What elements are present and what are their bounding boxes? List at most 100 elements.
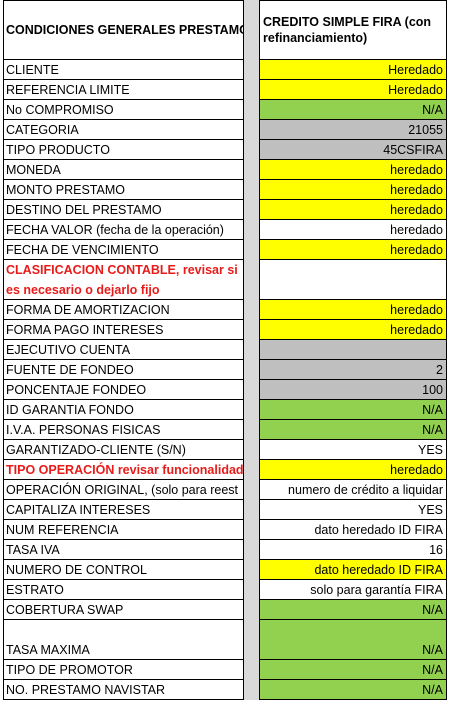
row-label: MONTO PRESTAMO	[6, 182, 125, 197]
value-cell[interactable]: N/A	[259, 680, 447, 700]
value-cell[interactable]: N/A	[259, 100, 447, 120]
label-cell[interactable]: TIPO PRODUCTO	[3, 140, 244, 160]
value-cell[interactable]: 16	[259, 540, 447, 560]
spreadsheet: CONDICIONES GENERALES PRESTAMO CREDITO S…	[0, 0, 450, 702]
table-row: TIPO DE PROMOTOR N/A	[0, 660, 450, 680]
label-cell[interactable]: NO. PRESTAMO NAVISTAR	[3, 680, 244, 700]
label-cell[interactable]: CLIENTE	[3, 60, 244, 80]
label-cell[interactable]: CAPITALIZA INTERESES	[3, 500, 244, 520]
value-cell[interactable]: Heredado	[259, 60, 447, 80]
column-separator	[244, 680, 259, 700]
value-cell[interactable]: N/A	[259, 660, 447, 680]
table-row: ESTRATO solo para garantía FIRA	[0, 580, 450, 600]
column-separator	[244, 80, 259, 100]
table-row: TASA MAXIMA N/A	[0, 620, 450, 660]
value-cell[interactable]: heredado	[259, 300, 447, 320]
label-cell[interactable]: MONTO PRESTAMO	[3, 180, 244, 200]
row-label: NUM REFERENCIA	[6, 522, 119, 537]
value-cell[interactable]: N/A	[259, 600, 447, 620]
table-row: TIPO OPERACIÓN revisar funcionalidad her…	[0, 460, 450, 480]
label-cell[interactable]: No COMPROMISO	[3, 100, 244, 120]
row-label: CAPITALIZA INTERESES	[6, 502, 151, 517]
label-cell[interactable]: REFERENCIA LIMITE	[3, 80, 244, 100]
row-value: Heredado	[388, 82, 443, 97]
label-cell[interactable]: NUM REFERENCIA	[3, 520, 244, 540]
row-value: N/A	[422, 643, 443, 657]
value-cell[interactable]	[259, 260, 447, 300]
label-cell[interactable]: CATEGORIA	[3, 120, 244, 140]
row-value: heredado	[390, 222, 443, 237]
label-cell[interactable]: FUENTE DE FONDEO	[3, 360, 244, 380]
table-row: ID GARANTIA FONDO N/A	[0, 400, 450, 420]
header-right-cell[interactable]: CREDITO SIMPLE FIRA (con refinanciamient…	[259, 0, 447, 60]
value-cell[interactable]: N/A	[259, 400, 447, 420]
label-cell[interactable]: EJECUTIVO CUENTA	[3, 340, 244, 360]
label-cell[interactable]: FORMA DE AMORTIZACION	[3, 300, 244, 320]
value-cell[interactable]: solo para garantía FIRA	[259, 580, 447, 600]
column-separator	[244, 100, 259, 120]
table-row: NUM REFERENCIA dato heredado ID FIRA	[0, 520, 450, 540]
label-cell[interactable]: PONCENTAJE FONDEO	[3, 380, 244, 400]
row-value: heredado	[390, 162, 443, 177]
row-label: FECHA VALOR (fecha de la operación)	[6, 222, 224, 237]
value-cell[interactable]: heredado	[259, 460, 447, 480]
table-row: FECHA VALOR (fecha de la operación) here…	[0, 220, 450, 240]
header-left-cell[interactable]: CONDICIONES GENERALES PRESTAMO	[3, 0, 244, 60]
column-separator	[244, 360, 259, 380]
row-label: FECHA DE VENCIMIENTO	[6, 242, 159, 257]
value-cell[interactable]: YES	[259, 440, 447, 460]
value-cell[interactable]: N/A	[259, 420, 447, 440]
label-cell[interactable]: GARANTIZADO-CLIENTE (S/N)	[3, 440, 244, 460]
value-cell[interactable]: dato heredado ID FIRA	[259, 520, 447, 540]
row-label: OPERACIÓN ORIGINAL, (solo para reest	[6, 482, 239, 497]
label-cell[interactable]: TIPO OPERACIÓN revisar funcionalidad	[3, 460, 244, 480]
label-cell[interactable]: NUMERO DE CONTROL	[3, 560, 244, 580]
label-cell[interactable]: CLASIFICACION CONTABLE, revisar si es ne…	[3, 260, 244, 300]
value-cell[interactable]: heredado	[259, 200, 447, 220]
row-label: FORMA DE AMORTIZACION	[6, 302, 170, 317]
value-cell[interactable]: 21055	[259, 120, 447, 140]
label-cell[interactable]: FORMA PAGO INTERESES	[3, 320, 244, 340]
label-cell[interactable]: TIPO DE PROMOTOR	[3, 660, 244, 680]
label-cell[interactable]: TASA MAXIMA	[3, 620, 244, 660]
row-label: CLASIFICACION CONTABLE, revisar si es ne…	[6, 263, 238, 297]
label-cell[interactable]: FECHA VALOR (fecha de la operación)	[3, 220, 244, 240]
value-cell[interactable]	[259, 340, 447, 360]
column-separator	[244, 320, 259, 340]
value-cell[interactable]: N/A	[259, 620, 447, 660]
column-separator	[244, 540, 259, 560]
column-separator	[244, 520, 259, 540]
value-cell[interactable]: 2	[259, 360, 447, 380]
value-cell[interactable]: heredado	[259, 220, 447, 240]
value-cell[interactable]: 100	[259, 380, 447, 400]
label-cell[interactable]: I.V.A. PERSONAS FISICAS	[3, 420, 244, 440]
table-row: TIPO PRODUCTO 45CSFIRA	[0, 140, 450, 160]
row-value: N/A	[422, 662, 443, 677]
value-cell[interactable]: YES	[259, 500, 447, 520]
value-cell[interactable]: numero de crédito a liquidar	[259, 480, 447, 500]
row-label: FORMA PAGO INTERESES	[6, 322, 164, 337]
label-cell[interactable]: OPERACIÓN ORIGINAL, (solo para reest	[3, 480, 244, 500]
column-separator	[244, 580, 259, 600]
value-cell[interactable]: heredado	[259, 160, 447, 180]
value-cell[interactable]: 45CSFIRA	[259, 140, 447, 160]
value-cell[interactable]: heredado	[259, 320, 447, 340]
row-label: TIPO DE PROMOTOR	[6, 662, 133, 677]
label-cell[interactable]: TASA IVA	[3, 540, 244, 560]
label-cell[interactable]: FECHA DE VENCIMIENTO	[3, 240, 244, 260]
row-value: N/A	[422, 602, 443, 617]
label-cell[interactable]: COBERTURA SWAP	[3, 600, 244, 620]
table-row: NO. PRESTAMO NAVISTAR N/A	[0, 680, 450, 700]
value-cell[interactable]: dato heredado ID FIRA	[259, 560, 447, 580]
value-cell[interactable]: Heredado	[259, 80, 447, 100]
table-row: FORMA DE AMORTIZACION heredado	[0, 300, 450, 320]
label-cell[interactable]: ID GARANTIA FONDO	[3, 400, 244, 420]
column-separator	[244, 180, 259, 200]
value-cell[interactable]: heredado	[259, 240, 447, 260]
value-cell[interactable]: heredado	[259, 180, 447, 200]
table-row: EJECUTIVO CUENTA	[0, 340, 450, 360]
label-cell[interactable]: MONEDA	[3, 160, 244, 180]
label-cell[interactable]: ESTRATO	[3, 580, 244, 600]
label-cell[interactable]: DESTINO DEL PRESTAMO	[3, 200, 244, 220]
table-row: FORMA PAGO INTERESES heredado	[0, 320, 450, 340]
